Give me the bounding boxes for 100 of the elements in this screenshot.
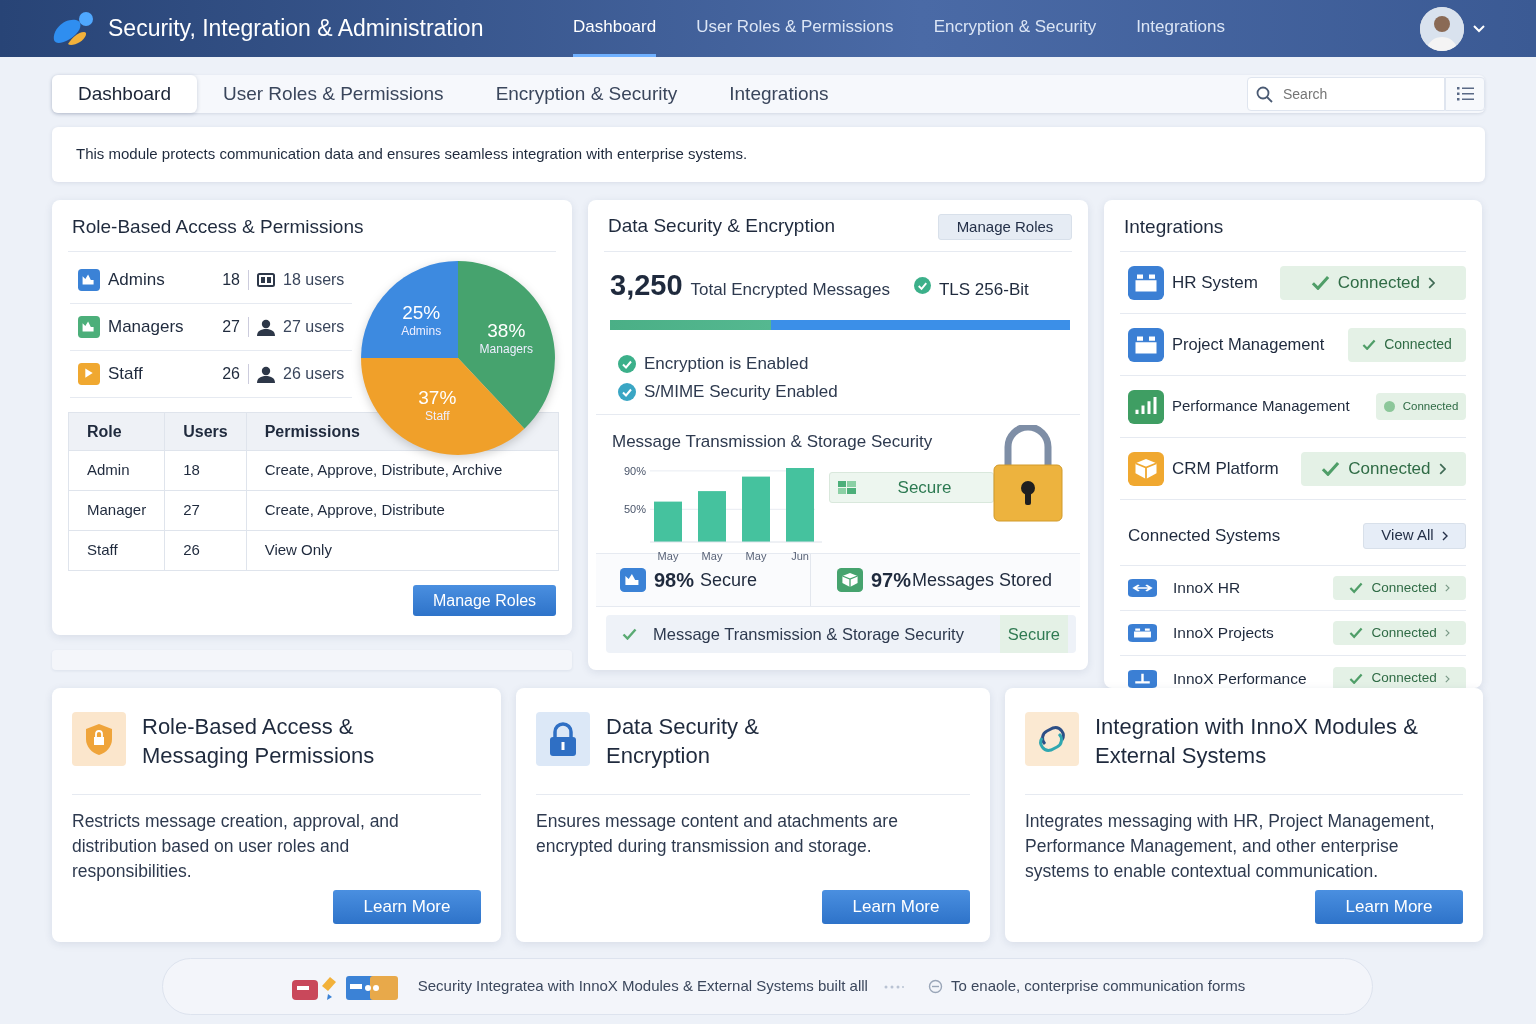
card-description: Restricts message creation, approval, and distribution based on user roles and responsibilities. [72,810,400,883]
card-title: Data Security & Encryption [606,713,760,770]
stat-value: 98% [654,568,695,593]
blocks-icon [1128,624,1157,642]
check-icon [618,354,636,373]
axis-label: May [701,550,723,562]
status-text: Encryption is Enabled [644,352,809,375]
table-cell: 27 [183,501,200,519]
section-title: Connected Systems [1128,524,1281,547]
table-cell: 26 [183,541,200,559]
check-icon [618,382,636,401]
search-field[interactable]: Search [1247,77,1445,111]
person-icon [257,318,275,336]
checkmark-icon [1321,460,1341,477]
total-count: 3,250 [610,268,683,303]
checkmark-icon [622,628,637,640]
footer-note: To enaole, conterprise communication forms [950,976,1246,997]
id-card-icon [257,273,275,287]
checkmark-icon [1349,672,1364,685]
list-view-button[interactable] [1445,77,1485,111]
table-cell: 18 [183,461,200,479]
manage-roles-button[interactable]: Manage Roles [413,585,556,616]
slice-label: Managers [479,341,533,356]
chevron-icon [1444,674,1450,683]
card-description: Ensures message content and atachments are encrypted during transmission and storage. [536,810,899,858]
dots-icon [883,984,904,989]
system-name: InnoX Performance [1173,668,1308,689]
checkmark-icon [1310,274,1330,291]
role-name: Admins [108,269,166,292]
manage-roles-button[interactable]: Manage Roles [938,213,1072,240]
status-row-text: Message Transmission & Storage Security [653,623,964,645]
nav-tab[interactable]: Integrations [1136,0,1225,57]
card-title: Integrations [1124,216,1224,237]
chevron-icon [1441,530,1448,541]
role-name: Staff [108,363,144,386]
blocks-icon [1128,265,1164,300]
bar [742,476,770,542]
card-title: Data Security & Encryption [608,214,836,239]
dot-icon [1383,401,1395,412]
axis-label: 90% [623,464,646,477]
search-icon [1256,85,1273,103]
integration-name: Project Management [1172,334,1326,356]
connected-status-button[interactable]: Connected [1301,451,1466,486]
tab[interactable]: Integrations [703,75,855,113]
connected-status-button[interactable]: Connected [1348,327,1466,362]
column-header: Role [87,422,122,440]
user-count: 18 users [283,270,345,290]
card-description: Integrates messaging with HR, Project Management, Performance Management, and other enterprise systems to enable contextual communication. [1025,810,1436,883]
info-text: This module protects communication data and ensures seamless integration with enterprise systems. [76,144,748,165]
learn-more-button[interactable]: Learn More [1315,890,1463,924]
connected-status-button[interactable]: Connected [1333,621,1466,645]
tab[interactable]: Encryption & Security [469,75,704,113]
chevron-icon [1438,462,1446,475]
learn-more-button[interactable]: Learn More [333,890,481,924]
integration-name: HR System [1172,271,1259,294]
bar [654,501,682,542]
table-cell: Staff [87,541,118,559]
bar [698,491,726,542]
card-title: Integration with InnoX Modules & External Systems [1095,713,1419,770]
system-name: InnoX Projects [1173,623,1275,644]
connected-status-button[interactable]: Connected [1280,265,1466,300]
role-name: Managers [108,316,185,339]
tab[interactable]: User Roles & Permissions [196,75,470,113]
avatar[interactable] [1420,6,1464,51]
connected-status-button[interactable]: Connected [1333,666,1466,691]
checkmark-icon [1362,338,1377,351]
stat-label: Secure [700,568,758,592]
slice-value: 38% [487,319,526,341]
person-icon [257,365,275,383]
user-count: 26 users [283,364,345,384]
play-icon [78,363,100,385]
search-input[interactable]: Search [1281,82,1431,106]
integration-name: CRM Platform [1172,457,1280,480]
stat-label: Messages Stored [912,568,1053,592]
connected-status-button[interactable]: Connected [1333,576,1466,600]
nav-tab[interactable]: User Roles & Permissions [696,0,894,57]
nav-tab[interactable]: Dashboard [573,0,657,57]
nav-tab[interactable]: Encryption & Security [933,0,1097,57]
user-count: 27 users [283,317,345,337]
system-name: InnoX HR [1173,578,1242,599]
card-title: Role-Based Access & Messaging Permissions [142,713,376,770]
total-label: Total Encrypted Messages [690,279,890,301]
view-all-button[interactable]: View All [1363,522,1466,549]
checkmark-icon [1349,582,1364,594]
bar-chart-icon [1128,389,1164,424]
stat-value: 97% [871,568,912,593]
tab[interactable]: Dashboard [52,75,197,113]
check-icon [913,277,931,295]
chevron-icon [1428,276,1436,289]
caret-icon[interactable] [1472,24,1486,33]
learn-more-button[interactable]: Learn More [822,890,970,924]
table-cell: Manager [87,501,147,519]
role-count: 26 [221,364,240,384]
slice-label: Admins [401,324,442,339]
slice-value: 37% [418,386,457,408]
connected-status-button[interactable]: Connected [1376,393,1466,420]
slice-label: Staff [425,408,450,423]
table-cell: Create, Approve, Distribute [264,501,445,519]
column-header: Users [183,422,228,440]
footer-text: Security Integratea with InnoX Modules & External Systems built alll [417,976,868,997]
